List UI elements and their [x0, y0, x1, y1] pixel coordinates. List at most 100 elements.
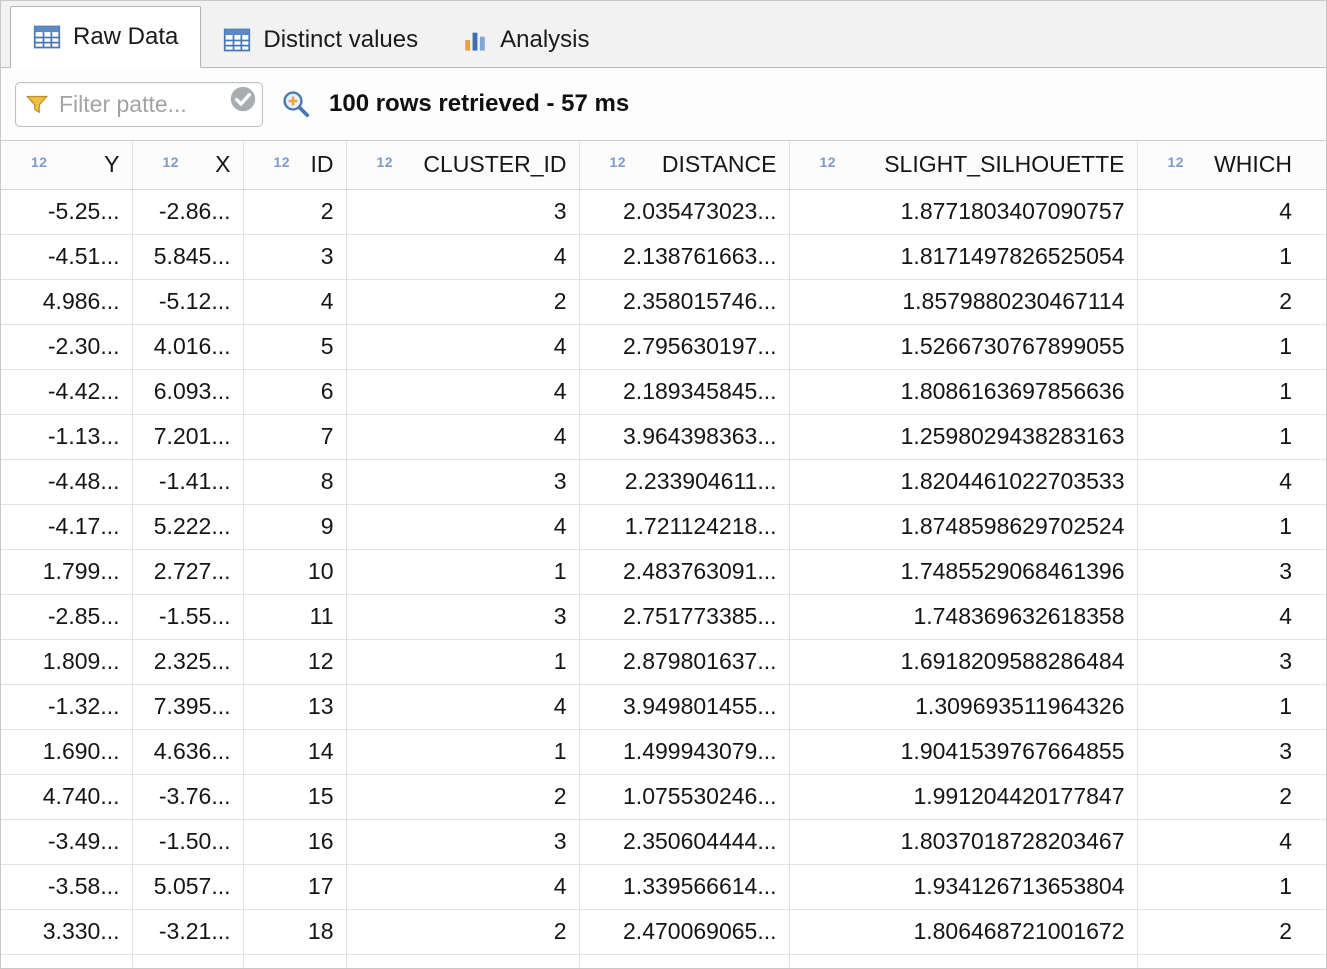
grid-cell[interactable]: 7.201...: [132, 414, 244, 460]
grid-cell[interactable]: -4.42...: [1, 369, 133, 415]
column-header-y[interactable]: 12 Y: [1, 141, 133, 190]
grid-cell[interactable]: 4: [1137, 189, 1326, 235]
grid-cell[interactable]: 4.740...: [1, 774, 133, 820]
grid-cell[interactable]: 3.330...: [1, 909, 133, 955]
grid-cell[interactable]: 1.8037018728203467: [789, 819, 1138, 865]
grid-cell[interactable]: 1.9041539767664855: [789, 729, 1138, 775]
grid-cell[interactable]: 13: [243, 684, 347, 730]
grid-cell[interactable]: 1: [1137, 864, 1326, 910]
grid-cell[interactable]: 1.6918209588286484: [789, 639, 1138, 685]
grid-cell[interactable]: 4: [346, 684, 580, 730]
grid-cell[interactable]: 1: [1137, 324, 1326, 370]
grid-cell[interactable]: 1.8204461022703533: [789, 459, 1138, 505]
grid-cell[interactable]: 3.949801455...: [579, 684, 790, 730]
grid-cell[interactable]: 4: [1137, 459, 1326, 505]
grid-cell[interactable]: -5.12...: [132, 279, 244, 325]
grid-cell[interactable]: 2.358015746...: [579, 279, 790, 325]
grid-cell[interactable]: 2.035473023...: [579, 189, 790, 235]
grid-cell[interactable]: -3.21...: [132, 909, 244, 955]
tab-distinct-values[interactable]: Distinct values: [201, 13, 440, 67]
grid-cell[interactable]: 1.806468721001672: [789, 909, 1138, 955]
grid-cell[interactable]: [579, 954, 790, 968]
grid-cell[interactable]: 7: [243, 414, 347, 460]
grid-cell[interactable]: 2.470069065...: [579, 909, 790, 955]
apply-filter-check-icon[interactable]: [228, 84, 258, 114]
column-header-slight-silhouette[interactable]: 12 SLIGHT_SILHOUETTE: [789, 141, 1138, 190]
grid-cell[interactable]: 1.8171497826525054: [789, 234, 1138, 280]
grid-cell[interactable]: 4.636...: [132, 729, 244, 775]
grid-cell[interactable]: -1.32...: [1, 684, 133, 730]
table-row[interactable]: -3.58... 5.057... 17 4 1.339566614... 1.93412…: [1, 864, 1326, 910]
grid-cell[interactable]: 3.964398363...: [579, 414, 790, 460]
fetch-magnifier-icon[interactable]: [280, 88, 312, 120]
grid-cell[interactable]: 8: [243, 459, 347, 505]
grid-cell[interactable]: 2.138761663...: [579, 234, 790, 280]
column-header-id[interactable]: 12 ID: [243, 141, 347, 190]
grid-cell[interactable]: 2.233904611...: [579, 459, 790, 505]
grid-cell[interactable]: -3.58...: [1, 864, 133, 910]
grid-cell[interactable]: [1, 954, 133, 968]
grid-cell[interactable]: 1.8748598629702524: [789, 504, 1138, 550]
grid-cell[interactable]: -2.86...: [132, 189, 244, 235]
grid-cell[interactable]: 2: [1137, 279, 1326, 325]
grid-cell[interactable]: 4: [346, 324, 580, 370]
grid-cell[interactable]: 2.350604444...: [579, 819, 790, 865]
grid-cell[interactable]: -3.76...: [132, 774, 244, 820]
table-row[interactable]: -4.51... 5.845... 3 4 2.138761663... 1.817149…: [1, 234, 1326, 280]
grid-cell[interactable]: 1: [1137, 684, 1326, 730]
grid-cell[interactable]: 1: [1137, 504, 1326, 550]
grid-cell[interactable]: 6.093...: [132, 369, 244, 415]
grid-cell[interactable]: 1: [1137, 414, 1326, 460]
table-row[interactable]: -1.32... 7.395... 13 4 3.949801455... 1.30969…: [1, 684, 1326, 730]
table-row[interactable]: 4.740... -3.76... 15 2 1.075530246... 1.99120…: [1, 774, 1326, 820]
grid-cell[interactable]: 2: [346, 909, 580, 955]
grid-cell[interactable]: 5: [243, 324, 347, 370]
grid-cell[interactable]: [132, 954, 244, 968]
grid-cell[interactable]: 1.499943079...: [579, 729, 790, 775]
table-row[interactable]: -1.13... 7.201... 7 4 3.964398363... 1.259802…: [1, 414, 1326, 460]
grid-cell[interactable]: 2: [346, 279, 580, 325]
grid-cell[interactable]: 3: [346, 459, 580, 505]
grid-cell[interactable]: 1: [1137, 234, 1326, 280]
grid-cell[interactable]: 3: [346, 189, 580, 235]
grid-cell[interactable]: -1.55...: [132, 594, 244, 640]
grid-cell[interactable]: 2: [1137, 909, 1326, 955]
grid-cell[interactable]: 1.934126713653804: [789, 864, 1138, 910]
grid-cell[interactable]: -4.17...: [1, 504, 133, 550]
grid-cell[interactable]: 10: [243, 549, 347, 595]
grid-cell[interactable]: 1.799...: [1, 549, 133, 595]
table-row[interactable]: -4.48... -1.41... 8 3 2.233904611... 1.820446…: [1, 459, 1326, 505]
grid-cell[interactable]: 1: [346, 549, 580, 595]
column-header-cluster-id[interactable]: 12 CLUSTER_ID: [346, 141, 580, 190]
grid-cell[interactable]: -2.30...: [1, 324, 133, 370]
table-row[interactable]: 4.986... -5.12... 4 2 2.358015746... 1.857988…: [1, 279, 1326, 325]
grid-cell[interactable]: 6: [243, 369, 347, 415]
filter-pattern-input[interactable]: [57, 89, 222, 119]
grid-cell[interactable]: 18: [243, 909, 347, 955]
grid-cell[interactable]: 1.309693511964326: [789, 684, 1138, 730]
filter-funnel-icon[interactable]: [25, 92, 49, 116]
grid-cell[interactable]: 3: [346, 594, 580, 640]
grid-cell[interactable]: 1.809...: [1, 639, 133, 685]
grid-cell[interactable]: 2.483763091...: [579, 549, 790, 595]
table-row[interactable]: -3.49... -1.50... 16 3 2.350604444... 1.80370…: [1, 819, 1326, 865]
grid-cell[interactable]: 4: [1137, 819, 1326, 865]
table-row[interactable]: 1.690... 4.636... 14 1 1.499943079... 1.90415…: [1, 729, 1326, 775]
grid-cell[interactable]: 3: [1137, 729, 1326, 775]
grid-cell[interactable]: 2.325...: [132, 639, 244, 685]
grid-cell[interactable]: -2.85...: [1, 594, 133, 640]
grid-cell[interactable]: 1.748369632618358: [789, 594, 1138, 640]
grid-cell[interactable]: 7.395...: [132, 684, 244, 730]
grid-cell[interactable]: 9: [243, 504, 347, 550]
grid-cell[interactable]: 4: [346, 504, 580, 550]
grid-cell[interactable]: 3: [1137, 639, 1326, 685]
grid-cell[interactable]: 1.8579880230467114: [789, 279, 1138, 325]
column-header-which[interactable]: 12 WHICH: [1137, 141, 1326, 190]
grid-cell[interactable]: 1: [1137, 369, 1326, 415]
grid-cell[interactable]: 1.8086163697856636: [789, 369, 1138, 415]
grid-cell[interactable]: 4: [346, 414, 580, 460]
table-row[interactable]: -4.42... 6.093... 6 4 2.189345845... 1.808616…: [1, 369, 1326, 415]
grid-cell[interactable]: 4.016...: [132, 324, 244, 370]
table-row[interactable]: -2.30... 4.016... 5 4 2.795630197... 1.526673…: [1, 324, 1326, 370]
grid-cell[interactable]: -3.49...: [1, 819, 133, 865]
